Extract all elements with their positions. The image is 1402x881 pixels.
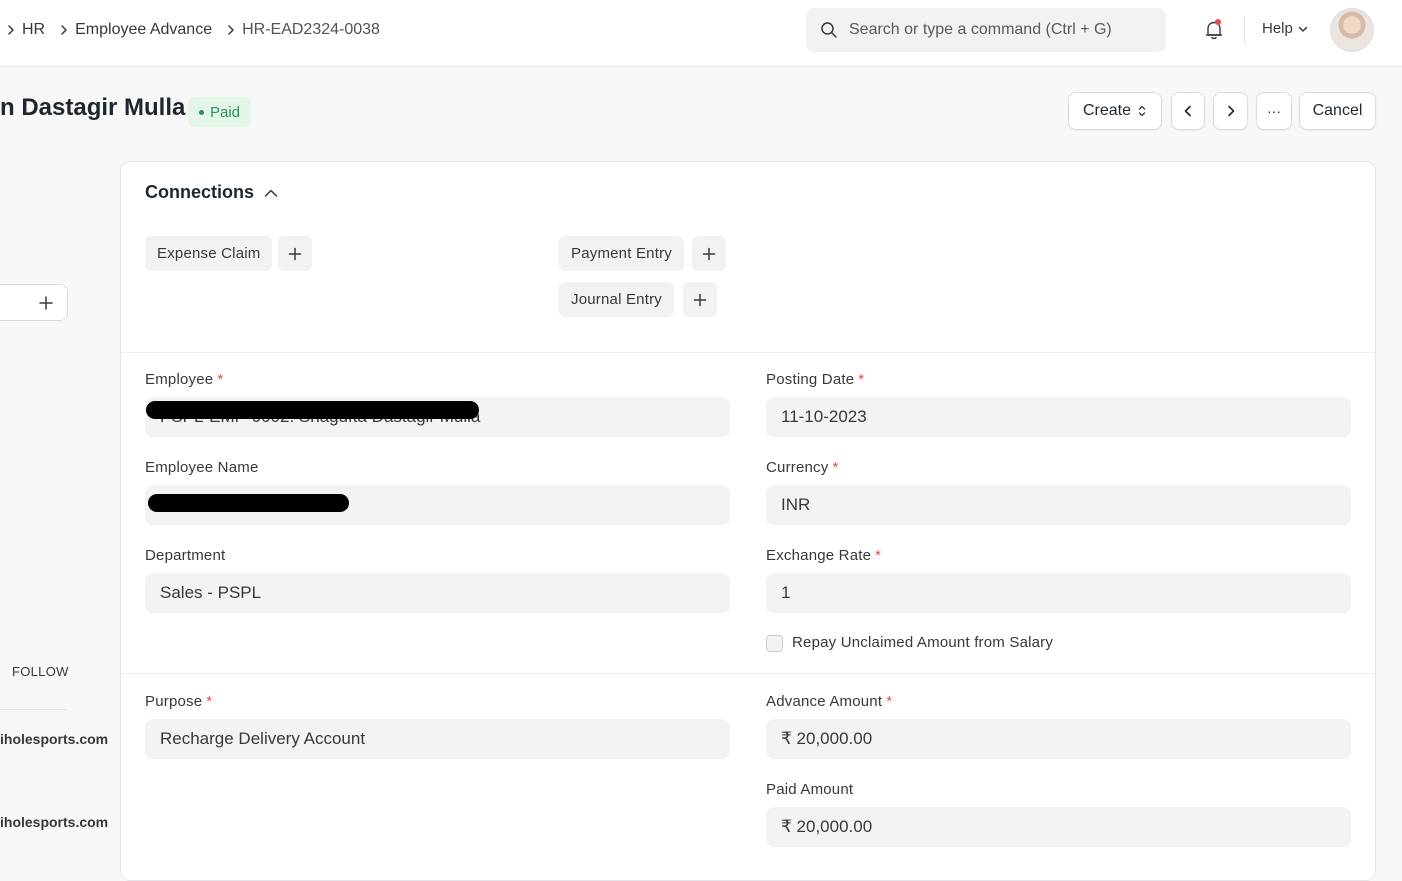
advance-amount-label: Advance Amount * <box>766 693 892 710</box>
posting-date-label-text: Posting Date <box>766 371 855 388</box>
advance-amount-value: ₹ 20,000.00 <box>781 729 873 748</box>
exchange-rate-value: 1 <box>781 583 791 602</box>
page-title: n Dastagir Mulla <box>0 94 186 121</box>
cancel-label: Cancel <box>1312 102 1363 119</box>
sidebar-divider <box>0 709 67 710</box>
add-expense-claim-button[interactable] <box>278 236 312 271</box>
status-dot <box>199 109 204 115</box>
select-arrows-icon <box>1138 105 1146 117</box>
advance-amount-label-text: Advance Amount <box>766 693 883 710</box>
purpose-label: Purpose * <box>145 693 212 710</box>
follow-label[interactable]: FOLLOW <box>12 664 69 679</box>
redaction-mark <box>146 401 479 419</box>
previous-button[interactable] <box>1171 92 1205 130</box>
required-marker: * <box>832 459 839 476</box>
next-button[interactable] <box>1213 92 1248 130</box>
help-label: Help <box>1262 20 1293 37</box>
breadcrumb: HR Employee Advance HR-EAD2324-0038 <box>0 18 380 42</box>
employee-label: Employee * <box>145 371 223 388</box>
department-field[interactable]: Sales - PSPL <box>145 573 730 613</box>
navbar: HR Employee Advance HR-EAD2324-0038 Help <box>0 0 1402 67</box>
sidebar-user-link[interactable]: iholesports.com <box>0 814 108 830</box>
posting-date-value: 11-10-2023 <box>781 407 867 426</box>
paid-amount-value: ₹ 20,000.00 <box>781 817 873 836</box>
navbar-divider <box>1244 16 1245 44</box>
repay-unclaimed-checkbox[interactable] <box>766 635 783 652</box>
connection-expense-claim[interactable]: Expense Claim <box>145 236 273 271</box>
connection-journal-entry[interactable]: Journal Entry <box>559 282 674 317</box>
currency-value: INR <box>781 495 811 514</box>
sidebar-user-link[interactable]: iholesports.com <box>0 731 108 747</box>
employee-label-text: Employee <box>145 371 214 388</box>
currency-field[interactable]: INR <box>766 485 1351 525</box>
department-label: Department <box>145 547 226 564</box>
paid-amount-field[interactable]: ₹ 20,000.00 <box>766 807 1351 847</box>
chevron-right-icon <box>0 19 22 41</box>
section-divider <box>121 673 1375 674</box>
chevron-right-icon <box>220 19 242 41</box>
exchange-rate-field[interactable]: 1 <box>766 573 1351 613</box>
more-icon: ··· <box>1267 103 1281 119</box>
plus-icon <box>693 293 707 306</box>
plus-icon <box>39 296 53 310</box>
posting-date-label: Posting Date * <box>766 371 864 388</box>
posting-date-field[interactable]: 11-10-2023 <box>766 397 1351 437</box>
search-input[interactable] <box>849 8 1159 52</box>
sidebar-add-button[interactable] <box>0 284 68 321</box>
chevron-left-icon <box>1184 105 1191 117</box>
search-bar[interactable] <box>806 8 1166 52</box>
currency-label: Currency * <box>766 459 839 476</box>
chevron-right-icon <box>1227 105 1234 117</box>
notification-bell-icon[interactable] <box>1200 16 1228 44</box>
connections-title[interactable]: Connections <box>145 182 254 203</box>
breadcrumb-hr[interactable]: HR <box>22 21 45 39</box>
required-marker: * <box>886 693 893 710</box>
add-journal-entry-button[interactable] <box>683 282 717 317</box>
purpose-label-text: Purpose <box>145 693 203 710</box>
currency-label-text: Currency <box>766 459 829 476</box>
purpose-value: Recharge Delivery Account <box>160 729 366 748</box>
plus-icon <box>288 247 302 260</box>
department-value: Sales - PSPL <box>160 583 262 602</box>
create-label: Create <box>1082 102 1132 119</box>
status-badge: Paid <box>188 97 252 127</box>
breadcrumb-employee-advance[interactable]: Employee Advance <box>75 21 212 39</box>
more-actions-button[interactable]: ··· <box>1256 92 1292 130</box>
required-marker: * <box>206 693 213 710</box>
exchange-rate-label-text: Exchange Rate <box>766 547 872 564</box>
chevron-up-icon[interactable] <box>262 184 280 202</box>
search-icon <box>821 22 837 38</box>
create-button[interactable]: Create <box>1068 92 1162 130</box>
required-marker: * <box>875 547 882 564</box>
redaction-mark <box>148 494 349 512</box>
required-marker: * <box>858 371 865 388</box>
paid-amount-label: Paid Amount <box>766 781 854 798</box>
add-payment-entry-button[interactable] <box>692 236 726 271</box>
help-dropdown[interactable]: Help <box>1262 20 1309 37</box>
required-marker: * <box>217 371 224 388</box>
plus-icon <box>702 247 716 260</box>
section-divider <box>121 352 1375 353</box>
status-label: Paid <box>210 103 241 121</box>
breadcrumb-document[interactable]: HR-EAD2324-0038 <box>242 21 380 39</box>
exchange-rate-label: Exchange Rate * <box>766 547 881 564</box>
connection-payment-entry[interactable]: Payment Entry <box>559 236 684 271</box>
repay-unclaimed-label[interactable]: Repay Unclaimed Amount from Salary <box>792 634 1053 651</box>
avatar[interactable] <box>1330 8 1374 52</box>
employee-name-label: Employee Name <box>145 459 259 476</box>
cancel-button[interactable]: Cancel <box>1299 92 1376 130</box>
notification-dot <box>1215 19 1221 25</box>
advance-amount-field[interactable]: ₹ 20,000.00 <box>766 719 1351 759</box>
chevron-down-icon <box>1298 26 1308 32</box>
chevron-right-icon <box>53 19 75 41</box>
purpose-field[interactable]: Recharge Delivery Account <box>145 719 730 759</box>
